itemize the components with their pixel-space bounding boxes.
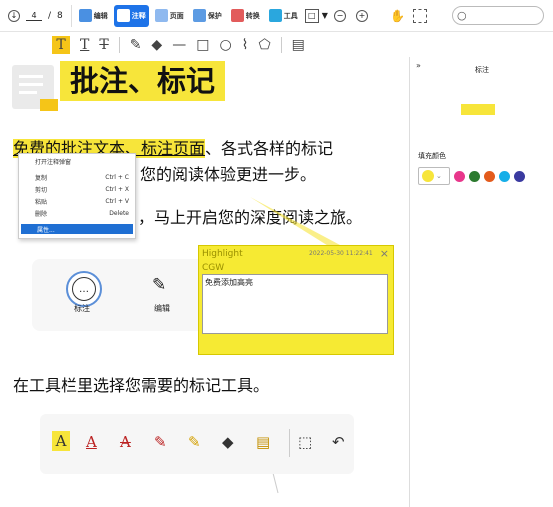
main-toolbar: ↓ 4 / 8 编辑 注释 页面 保护 转换 工具 □ ▼ − + ✋ ○ <box>0 0 553 32</box>
search-input[interactable]: ○ <box>452 6 544 25</box>
context-menu: 打开注释弹窗 复制 Ctrl + C 剪切 Ctrl + X 粘贴 Ctrl + V … <box>18 153 136 239</box>
tab-convert[interactable]: 转换 <box>228 5 263 27</box>
highlighter-icon[interactable]: ✎ <box>188 433 201 451</box>
color-swatch-pink[interactable] <box>454 170 465 182</box>
zoom-out-icon[interactable]: − <box>333 9 346 22</box>
annotation-toolbar: T T T ✎ ◆ — □ ○ ⌇ ⬠ ▤ <box>0 33 410 57</box>
underline-text-icon[interactable]: T <box>80 37 89 53</box>
note-content-field[interactable]: 免费添加高亮 <box>202 274 388 334</box>
page-number-input[interactable]: 4 <box>26 11 42 21</box>
paragraph-4: 在工具栏里选择您需要的标记工具。 <box>13 376 270 395</box>
highlight-text-icon[interactable]: T <box>52 36 70 54</box>
note-icon[interactable]: ▤ <box>292 37 305 53</box>
tab-protect[interactable]: 保护 <box>190 5 225 27</box>
properties-panel: » 标注 填充颜色 ⌄ <box>409 57 553 507</box>
menu-item-properties[interactable]: 属性... <box>21 224 133 234</box>
toolbar-divider <box>118 37 120 53</box>
markup-tools-showcase: A A A ✎ ✎ ◆ ▤ ⬚ ↶ <box>40 414 354 474</box>
polyline-icon[interactable]: ⌇ <box>242 37 249 53</box>
protect-icon <box>192 9 206 22</box>
tab-tools[interactable]: 工具 <box>266 5 301 27</box>
select-area-icon[interactable]: ⬚ <box>298 433 312 451</box>
polygon-icon[interactable]: ⬠ <box>259 37 271 53</box>
zoom-in-icon[interactable]: + <box>355 9 368 22</box>
toolbar-tabs: 编辑 注释 页面 保护 转换 工具 <box>70 4 301 27</box>
convert-icon <box>230 9 244 22</box>
annotate-label: 标注 <box>74 304 90 313</box>
rectangle-icon[interactable]: □ <box>196 37 209 53</box>
tab-page[interactable]: 页面 <box>152 5 187 27</box>
page-navigator: ↓ 4 / 8 <box>8 9 63 22</box>
page-total: 8 <box>57 10 63 21</box>
menu-item-copy[interactable]: 复制 Ctrl + C <box>19 172 135 182</box>
note-timestamp: 2022-05-30 11:22:41 <box>309 250 373 257</box>
edit-icon[interactable]: ✎ <box>152 275 166 295</box>
panel-title: 标注 <box>475 66 489 74</box>
strikethrough-text-icon[interactable]: T <box>99 37 108 53</box>
line-icon[interactable]: — <box>172 37 186 53</box>
menu-item-paste[interactable]: 粘贴 Ctrl + V <box>19 196 135 206</box>
underline-text-icon[interactable]: A <box>86 433 97 451</box>
fit-page-icon[interactable]: □ <box>304 8 319 23</box>
undo-icon[interactable]: ↶ <box>332 433 345 451</box>
highlight-note-popup: Highlight 2022-05-30 11:22:41 × CGW 免费添加… <box>198 245 394 355</box>
ellipse-icon[interactable]: ○ <box>219 37 231 53</box>
menu-item-cut[interactable]: 剪切 Ctrl + X <box>19 184 135 194</box>
edit-icon <box>78 9 92 22</box>
chevron-down-icon: ⌄ <box>436 172 442 180</box>
tab-edit[interactable]: 编辑 <box>76 5 111 27</box>
color-palette: ⌄ <box>418 167 525 185</box>
page-separator: / <box>48 10 52 21</box>
color-swatch-orange[interactable] <box>484 170 495 182</box>
color-swatch-indigo[interactable] <box>514 170 525 182</box>
comment-icon: … <box>72 277 96 301</box>
toolbar-divider <box>280 37 282 53</box>
feature-logo <box>12 65 58 111</box>
tab-annotate[interactable]: 注释 <box>113 4 149 27</box>
fill-color-label: 填充颜色 <box>418 152 446 160</box>
select-area-icon[interactable] <box>412 8 427 23</box>
note-title: Highlight <box>202 249 243 259</box>
color-swatch-green[interactable] <box>469 170 480 182</box>
eraser-icon[interactable]: ◆ <box>222 433 234 451</box>
hand-tool-icon[interactable]: ✋ <box>390 9 405 23</box>
highlight-text-icon[interactable]: A <box>52 431 70 451</box>
color-preview <box>461 104 495 115</box>
paragraph-3: ，马上开启您的深度阅读之旅。 <box>138 208 363 227</box>
pencil-icon[interactable]: ✎ <box>154 433 167 451</box>
note-icon[interactable]: ▤ <box>256 433 270 451</box>
document-page: 批注、标记 免费的批注文本、标注页面、各式各样的标记 您的阅读体验更进一步。 ，… <box>0 57 409 507</box>
toolbar-divider <box>289 429 290 457</box>
close-icon[interactable]: × <box>380 247 389 260</box>
color-swatch-cyan[interactable] <box>499 170 510 182</box>
pencil-icon[interactable]: ✎ <box>130 37 142 53</box>
page-down-icon[interactable]: ↓ <box>8 9 20 22</box>
search-icon: ○ <box>457 9 467 22</box>
eraser-icon[interactable]: ◆ <box>151 37 162 53</box>
selected-color-swatch <box>422 170 434 182</box>
menu-item-open-note[interactable]: 打开注释弹窗 <box>19 156 135 166</box>
paragraph-2: 您的阅读体验更进一步。 <box>140 165 317 184</box>
dropdown-arrow-icon[interactable]: ▼ <box>322 11 328 20</box>
annotate-button[interactable]: … <box>66 271 102 307</box>
strikethrough-text-icon[interactable]: A <box>120 433 131 451</box>
tools-icon <box>268 9 282 22</box>
edit-label: 编辑 <box>154 304 170 313</box>
menu-item-delete[interactable]: 删除 Delete <box>19 208 135 218</box>
note-author: CGW <box>202 263 225 273</box>
page-heading: 批注、标记 <box>60 61 226 101</box>
annotate-icon <box>116 9 130 22</box>
page-icon <box>154 9 168 22</box>
color-dropdown[interactable]: ⌄ <box>418 167 450 185</box>
